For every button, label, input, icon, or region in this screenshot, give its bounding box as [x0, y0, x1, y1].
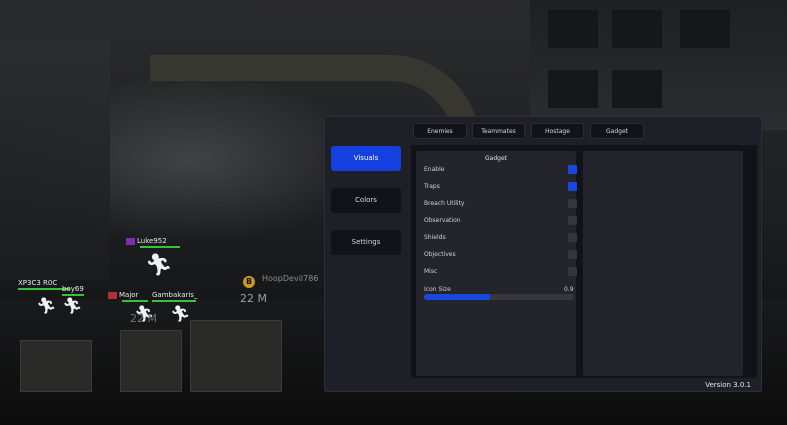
distance-label: 22 M	[240, 292, 267, 305]
option-row[interactable]: Traps	[424, 182, 577, 193]
breach-utility-checkbox[interactable]	[568, 199, 577, 208]
icon-size-value: 0.9	[564, 286, 574, 293]
tab-hostage[interactable]: Hostage	[531, 123, 584, 139]
player-figure-icon: 🏃︎	[62, 296, 83, 315]
player-name: Gambakaris_	[152, 291, 198, 299]
option-label: Observation	[424, 217, 461, 224]
tab-teammates[interactable]: Teammates	[472, 123, 525, 139]
sidebar-item-colors[interactable]: Colors	[331, 188, 401, 213]
distance-label: 22 M	[130, 312, 157, 325]
player-marker: Luke952	[126, 237, 180, 248]
option-label: Breach Utility	[424, 200, 465, 207]
option-row[interactable]: Breach Utility	[424, 199, 577, 210]
observation-checkbox[interactable]	[568, 216, 577, 225]
player-figure-icon: 🏃︎	[145, 253, 173, 278]
player-marker: HoopDevil786	[262, 274, 318, 283]
health-bar	[122, 300, 148, 302]
option-row[interactable]: Observation	[424, 216, 577, 227]
sidebar-item-settings[interactable]: Settings	[331, 230, 401, 255]
player-marker: Major	[108, 291, 148, 302]
version-label: Version 3.0.1	[705, 381, 751, 389]
player-name: Luke952	[137, 237, 167, 245]
player-name: HoopDevil786	[262, 274, 319, 283]
player-name: XP3C3 R0C	[18, 279, 58, 287]
player-figure-icon: 🏃︎	[36, 296, 57, 315]
building-left	[0, 40, 110, 280]
tab-gadget[interactable]: Gadget	[590, 123, 644, 139]
option-label: Shields	[424, 234, 446, 241]
section-title: Gadget	[485, 155, 507, 162]
preview-box	[583, 151, 743, 376]
option-row[interactable]: Misc	[424, 267, 577, 278]
objective-marker-icon: B	[243, 276, 255, 288]
gadget-options-box: Gadget Enable Traps Breach Utility Obser…	[416, 151, 577, 376]
option-row[interactable]: Objectives	[424, 250, 577, 261]
option-label: Misc	[424, 268, 438, 275]
player-name: Major	[119, 291, 139, 299]
player-figure-icon: 🏃︎	[170, 304, 191, 323]
option-label: Enable	[424, 166, 445, 173]
option-row[interactable]: Enable	[424, 165, 577, 176]
option-row[interactable]: Shields	[424, 233, 577, 244]
slider-fill	[424, 294, 490, 300]
misc-checkbox[interactable]	[568, 267, 577, 276]
icon-size-slider[interactable]	[424, 294, 574, 300]
building-right	[530, 0, 787, 130]
operator-badge-icon	[108, 291, 117, 299]
objectives-checkbox[interactable]	[568, 250, 577, 259]
content-area: Gadget Enable Traps Breach Utility Obser…	[411, 145, 757, 378]
health-bar	[140, 246, 180, 248]
option-label: Traps	[424, 183, 440, 190]
player-marker: boy69	[62, 285, 84, 296]
shields-checkbox[interactable]	[568, 233, 577, 242]
tab-enemies[interactable]: Enemies	[413, 123, 467, 139]
player-marker: Gambakaris_	[152, 291, 197, 302]
enable-checkbox[interactable]	[568, 165, 577, 174]
sidebar-item-visuals[interactable]: Visuals	[331, 146, 401, 171]
health-bar	[152, 300, 196, 302]
traps-checkbox[interactable]	[568, 182, 577, 191]
icon-size-label: Icon Size	[424, 286, 451, 293]
option-label: Objectives	[424, 251, 456, 258]
cheat-menu-panel: Enemies Teammates Hostage Gadget Visuals…	[324, 116, 762, 392]
player-name: boy69	[62, 285, 84, 293]
operator-badge-icon	[126, 237, 135, 245]
